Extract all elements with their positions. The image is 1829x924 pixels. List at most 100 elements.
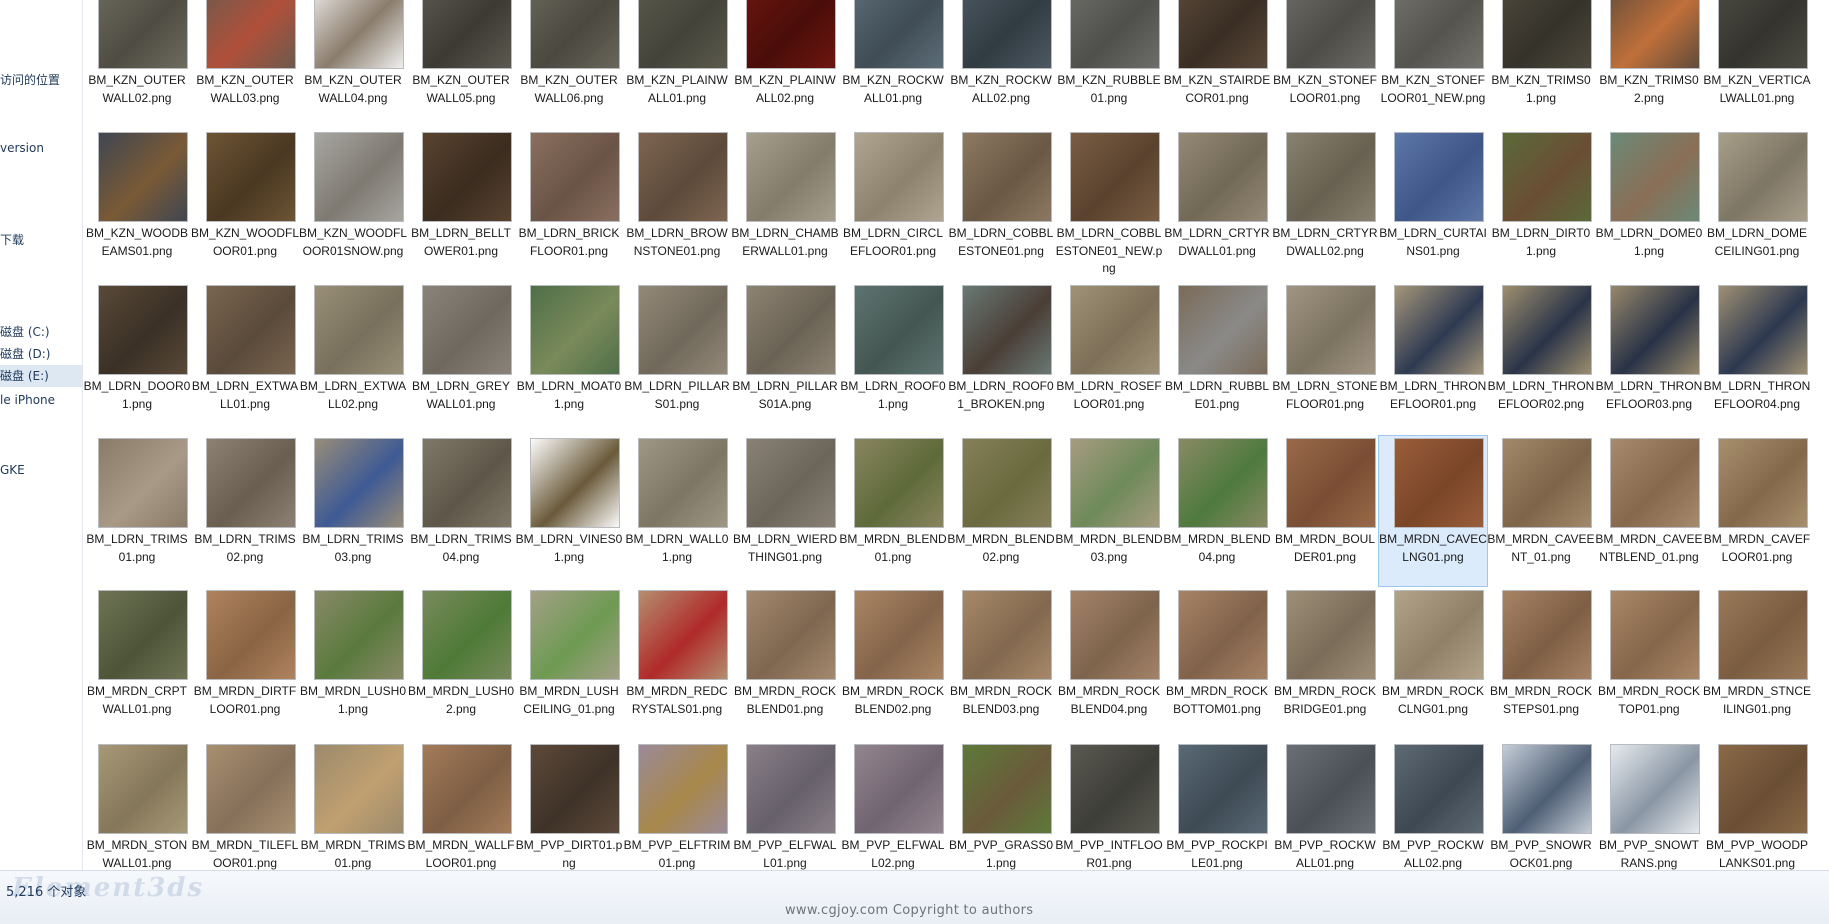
file-item[interactable]: BM_LDRN_ROOF01.png: [839, 283, 947, 433]
file-item[interactable]: BM_MRDN_STONWALL01.png: [83, 742, 191, 870]
file-thumbnail[interactable]: [638, 438, 728, 528]
file-thumbnail[interactable]: [314, 438, 404, 528]
sidebar-item[interactable]: version: [0, 137, 82, 159]
file-item[interactable]: BM_LDRN_COBBLESTONE01.png: [947, 130, 1055, 280]
file-thumbnail[interactable]: [1178, 132, 1268, 222]
file-item[interactable]: BM_MRDN_CAVECLNG01.png: [1378, 435, 1488, 587]
file-thumbnail[interactable]: [962, 438, 1052, 528]
file-item[interactable]: BM_MRDN_ROCKTOP01.png: [1595, 588, 1703, 738]
file-thumbnail[interactable]: [422, 132, 512, 222]
sidebar-item[interactable]: 访问的位置: [0, 69, 82, 91]
file-item[interactable]: BM_PVP_ELFTRIM01.png: [623, 742, 731, 870]
file-thumbnail[interactable]: [1394, 285, 1484, 375]
file-thumbnail[interactable]: [854, 132, 944, 222]
file-thumbnail[interactable]: [962, 0, 1052, 69]
file-item[interactable]: BM_LDRN_BRICKFLOOR01.png: [515, 130, 623, 280]
file-item[interactable]: BM_MRDN_BOULDER01.png: [1271, 436, 1379, 586]
file-item[interactable]: BM_KZN_PLAINWALL02.png: [731, 0, 839, 150]
file-thumbnail[interactable]: [1286, 132, 1376, 222]
sidebar-item[interactable]: le iPhone: [0, 389, 82, 411]
file-thumbnail[interactable]: [1502, 0, 1592, 69]
file-item[interactable]: BM_PVP_WOODPLANKS01.png: [1703, 742, 1811, 870]
file-thumbnail[interactable]: [1286, 744, 1376, 834]
file-item[interactable]: BM_KZN_RUBBLE01.png: [1055, 0, 1163, 150]
file-thumbnail[interactable]: [530, 438, 620, 528]
file-thumbnail[interactable]: [1610, 744, 1700, 834]
file-thumbnail[interactable]: [206, 590, 296, 680]
file-item[interactable]: BM_LDRN_CIRCLEFLOOR01.png: [839, 130, 947, 280]
file-item[interactable]: BM_KZN_OUTERWALL02.png: [83, 0, 191, 150]
file-thumbnail[interactable]: [1286, 0, 1376, 69]
file-item[interactable]: BM_KZN_ROCKWALL01.png: [839, 0, 947, 150]
file-thumbnail[interactable]: [314, 590, 404, 680]
file-thumbnail[interactable]: [854, 590, 944, 680]
sidebar-item[interactable]: GKE: [0, 459, 82, 481]
file-item[interactable]: BM_LDRN_EXTWALL02.png: [299, 283, 407, 433]
file-thumbnail[interactable]: [1610, 0, 1700, 69]
file-thumbnail[interactable]: [1070, 590, 1160, 680]
file-thumbnail[interactable]: [1718, 0, 1808, 69]
file-item[interactable]: BM_LDRN_DOMECEILING01.png: [1703, 130, 1811, 280]
file-item[interactable]: BM_PVP_ELFWALL01.png: [731, 742, 839, 870]
file-item[interactable]: BM_KZN_TRIMS01.png: [1487, 0, 1595, 150]
file-item[interactable]: BM_LDRN_ROSEFLOOR01.png: [1055, 283, 1163, 433]
file-thumbnail[interactable]: [98, 438, 188, 528]
file-thumbnail[interactable]: [746, 744, 836, 834]
file-thumbnail[interactable]: [1178, 285, 1268, 375]
file-thumbnail[interactable]: [962, 590, 1052, 680]
file-item[interactable]: BM_MRDN_ROCKBLEND03.png: [947, 588, 1055, 738]
file-item[interactable]: BM_LDRN_THRONEFLOOR02.png: [1487, 283, 1595, 433]
file-thumbnail[interactable]: [1394, 132, 1484, 222]
file-item[interactable]: BM_LDRN_BELLTOWER01.png: [407, 130, 515, 280]
file-item[interactable]: BM_LDRN_CURTAINS01.png: [1379, 130, 1487, 280]
file-item[interactable]: BM_LDRN_DOME01.png: [1595, 130, 1703, 280]
file-thumbnail[interactable]: [638, 590, 728, 680]
file-thumbnail[interactable]: [1718, 744, 1808, 834]
file-item[interactable]: BM_MRDN_DIRTFLOOR01.png: [191, 588, 299, 738]
file-thumbnail[interactable]: [206, 285, 296, 375]
file-thumbnail[interactable]: [1070, 744, 1160, 834]
file-item[interactable]: BM_MRDN_BLEND01.png: [839, 436, 947, 586]
file-thumbnail[interactable]: [854, 438, 944, 528]
file-thumbnail[interactable]: [1718, 590, 1808, 680]
file-item[interactable]: BM_KZN_PLAINWALL01.png: [623, 0, 731, 150]
file-thumbnail[interactable]: [1286, 438, 1376, 528]
file-item[interactable]: BM_LDRN_TRIMS01.png: [83, 436, 191, 586]
file-item[interactable]: BM_LDRN_TRIMS03.png: [299, 436, 407, 586]
file-item[interactable]: BM_MRDN_REDCRYSTALS01.png: [623, 588, 731, 738]
file-item[interactable]: BM_LDRN_PILLARS01.png: [623, 283, 731, 433]
file-item[interactable]: BM_LDRN_VINES01.png: [515, 436, 623, 586]
file-item[interactable]: BM_PVP_DIRT01.png: [515, 742, 623, 870]
file-thumbnail[interactable]: [638, 744, 728, 834]
file-item[interactable]: BM_LDRN_THRONEFLOOR01.png: [1379, 283, 1487, 433]
file-item[interactable]: BM_KZN_STONEFLOOR01_NEW.png: [1379, 0, 1487, 150]
file-item[interactable]: BM_KZN_STONEFLOOR01.png: [1271, 0, 1379, 150]
file-thumbnail[interactable]: [1610, 438, 1700, 528]
sidebar-item[interactable]: 磁盘 (E:): [0, 365, 82, 387]
file-thumbnail[interactable]: [422, 438, 512, 528]
file-thumbnail[interactable]: [530, 744, 620, 834]
file-item[interactable]: BM_LDRN_THRONEFLOOR04.png: [1703, 283, 1811, 433]
sidebar-item[interactable]: 磁盘 (D:): [0, 343, 82, 365]
file-item[interactable]: BM_MRDN_ROCKBLEND02.png: [839, 588, 947, 738]
file-item[interactable]: BM_LDRN_CHAMBERWALL01.png: [731, 130, 839, 280]
file-item[interactable]: BM_PVP_ELFWALL02.png: [839, 742, 947, 870]
file-thumbnail[interactable]: [638, 285, 728, 375]
file-item[interactable]: BM_MRDN_LUSH01.png: [299, 588, 407, 738]
file-item[interactable]: BM_MRDN_ROCKSTEPS01.png: [1487, 588, 1595, 738]
file-thumbnail[interactable]: [638, 0, 728, 69]
file-item[interactable]: BM_LDRN_WIERDTHING01.png: [731, 436, 839, 586]
file-thumbnail[interactable]: [422, 590, 512, 680]
file-thumbnail[interactable]: [314, 285, 404, 375]
file-item[interactable]: BM_MRDN_ROCKBLEND04.png: [1055, 588, 1163, 738]
file-thumbnail[interactable]: [1178, 0, 1268, 69]
file-thumbnail[interactable]: [746, 0, 836, 69]
file-item[interactable]: BM_LDRN_DIRT01.png: [1487, 130, 1595, 280]
file-thumbnail[interactable]: [1610, 590, 1700, 680]
file-thumbnail[interactable]: [98, 590, 188, 680]
file-thumbnail[interactable]: [746, 438, 836, 528]
file-thumbnail[interactable]: [1502, 132, 1592, 222]
file-thumbnail[interactable]: [962, 744, 1052, 834]
file-item[interactable]: BM_LDRN_THRONEFLOOR03.png: [1595, 283, 1703, 433]
file-thumbnail[interactable]: [422, 0, 512, 69]
